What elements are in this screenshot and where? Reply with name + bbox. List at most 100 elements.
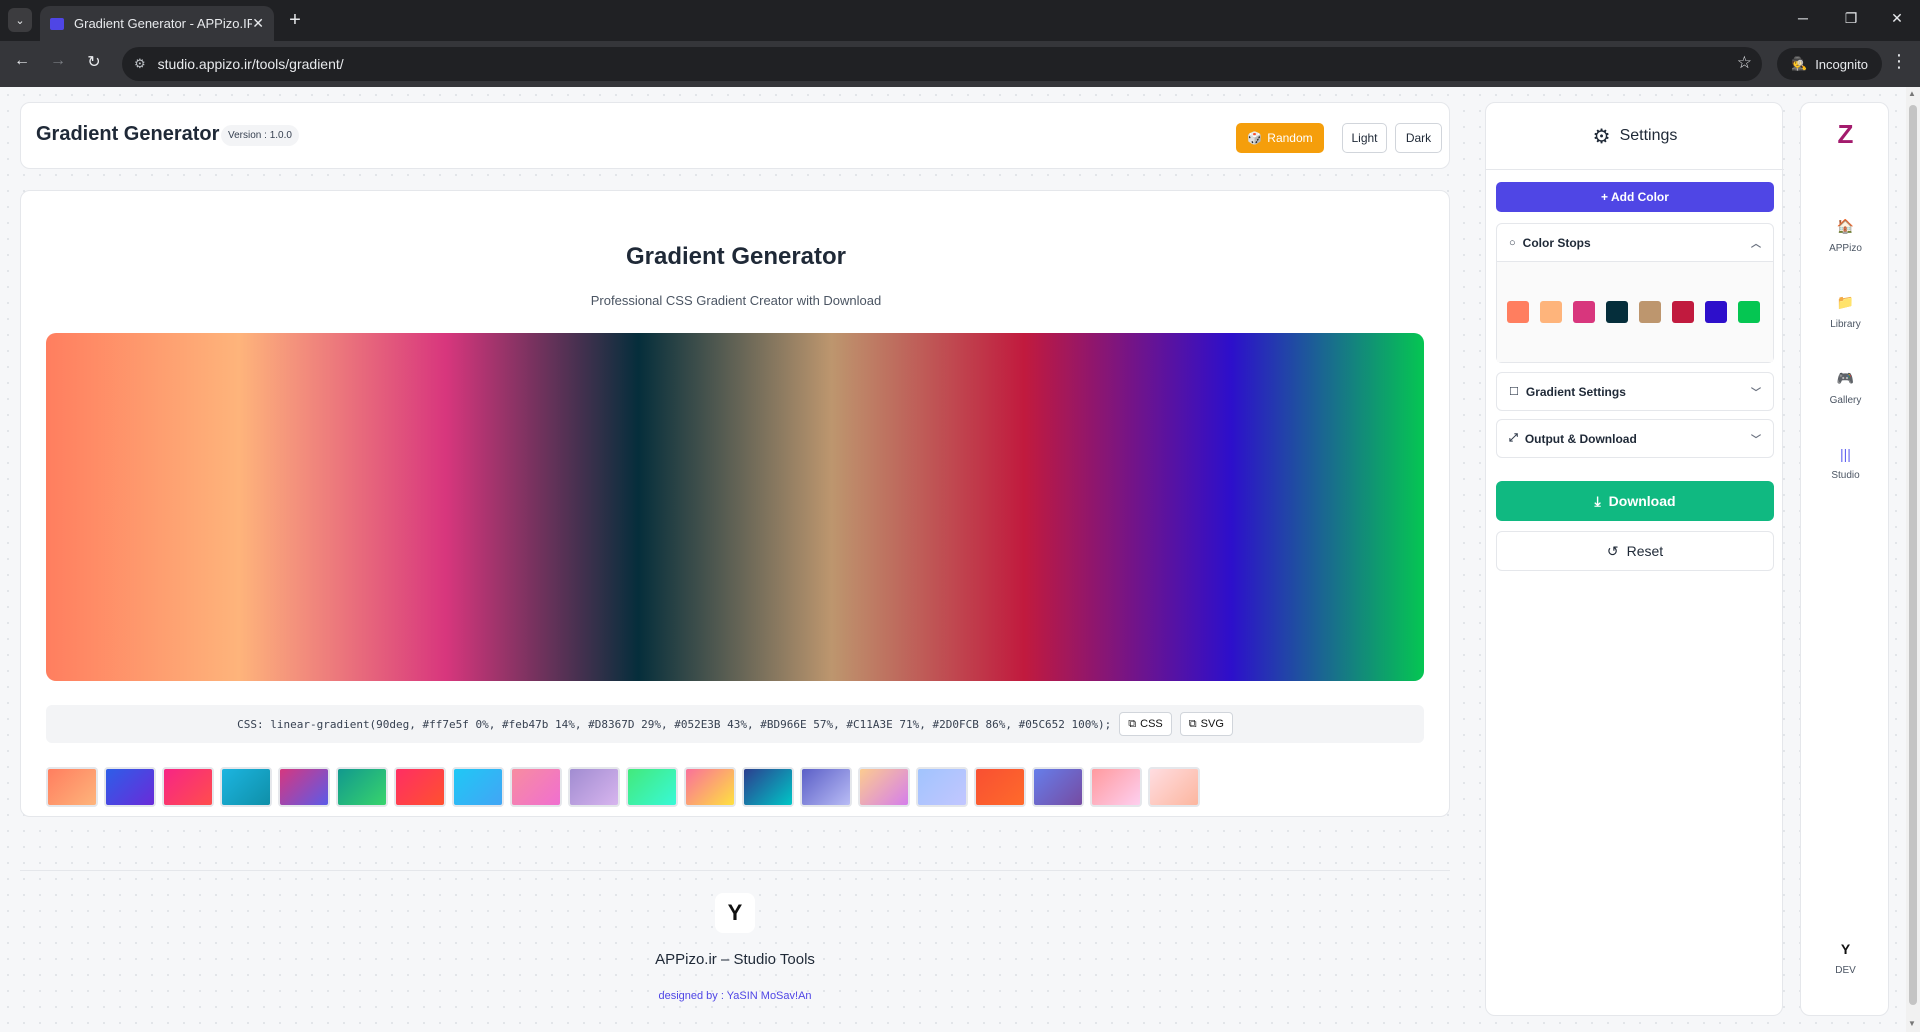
version-badge: Version : 1.0.0 [221, 125, 299, 146]
url-omnibox[interactable]: ⚙ studio.appizo.ir/tools/gradient/ ☆ [122, 47, 1762, 81]
main-heading: Gradient Generator [625, 243, 847, 270]
footer-credit-link[interactable]: designed by : YaSIN MoSav!An [0, 990, 1470, 1002]
download-label: Download [1608, 493, 1676, 509]
tab-search-chevron-down-icon[interactable]: ⌄ [8, 8, 32, 32]
right-nav-rail: Z 🏠 APPizo 📁 Library 🎮 Gallery ||| Studio Y DEV [1800, 102, 1889, 1016]
color-stop-swatch[interactable] [1672, 301, 1694, 323]
scroll-down-arrow-icon[interactable]: ▼ [1908, 1019, 1916, 1028]
browser-tab[interactable]: Gradient Generator - APPizo.IR ✕ [40, 6, 274, 41]
color-stop-swatch[interactable] [1705, 301, 1727, 323]
preset-gradient-swatch[interactable] [394, 767, 446, 807]
copy-svg-button[interactable]: ⧉ SVG [1179, 712, 1233, 736]
tab-title: Gradient Generator - APPizo.IR [74, 16, 253, 31]
gradient-main-card: Gradient Generator Professional CSS Grad… [20, 190, 1450, 817]
reset-button[interactable]: ↺ Reset [1496, 531, 1774, 571]
preset-gradient-swatch[interactable] [916, 767, 968, 807]
library-icon: 📁 [1836, 294, 1855, 310]
incognito-indicator[interactable]: 🕵 Incognito [1777, 48, 1882, 80]
preset-gradient-swatch[interactable] [510, 767, 562, 807]
rail-item-appizo[interactable]: 🏠 APPizo [1801, 218, 1890, 254]
color-stop-swatch[interactable] [1573, 301, 1595, 323]
copy-icon: ⧉ [1188, 717, 1197, 730]
rail-item-label: DEV [1835, 965, 1856, 976]
gradient-settings-label: Gradient Settings [1525, 384, 1626, 399]
color-stop-swatch[interactable] [1606, 301, 1628, 323]
preset-gradient-swatch[interactable] [104, 767, 156, 807]
appizo-logo[interactable]: Z [1801, 119, 1890, 150]
rail-item-label: Library [1830, 319, 1861, 330]
color-stops-label: Color Stops [1522, 235, 1591, 250]
color-stop-swatch[interactable] [1639, 301, 1661, 323]
minimize-window-icon[interactable]: ─ [1788, 10, 1818, 26]
page-viewport: Gradient Generator Version : 1.0.0 🎲 Ran… [0, 87, 1920, 1032]
css-code-text[interactable]: CSS: linear-gradient(90deg, #ff7e5f 0%, … [237, 718, 1111, 731]
preset-gradient-swatch[interactable] [858, 767, 910, 807]
rail-item-dev[interactable]: Y DEV [1801, 941, 1890, 976]
app-header: Gradient Generator Version : 1.0.0 🎲 Ran… [20, 102, 1450, 169]
settings-header: ⚙ Settings [1486, 103, 1784, 170]
rail-item-library[interactable]: 📁 Library [1801, 294, 1890, 330]
close-window-icon[interactable]: ✕ [1882, 10, 1912, 27]
output-download-section: ⤢ Output & Download ﹀ [1496, 419, 1774, 458]
preset-gradient-swatch[interactable] [1148, 767, 1200, 807]
color-stops-header[interactable]: ○ Color Stops ︿ [1497, 224, 1773, 261]
back-arrow-icon[interactable]: ← [10, 52, 34, 70]
preset-gradient-swatch[interactable] [220, 767, 272, 807]
browser-menu-kebab-icon[interactable]: ⋮ [1890, 51, 1908, 72]
settings-panel: ⚙ Settings + Add Color ○ Color Stops ︿ ☐… [1485, 102, 1784, 1016]
preset-gradient-swatch[interactable] [568, 767, 620, 807]
url-text[interactable]: studio.appizo.ir/tools/gradient/ [158, 56, 344, 72]
rail-item-studio[interactable]: ||| Studio [1801, 446, 1890, 481]
browser-tab-bar: ⌄ Gradient Generator - APPizo.IR ✕ + ─ ❐… [0, 0, 1920, 41]
tab-favicon-icon [50, 17, 64, 30]
preset-gradient-swatch[interactable] [800, 767, 852, 807]
output-download-header[interactable]: ⤢ Output & Download ﹀ [1497, 420, 1773, 457]
copy-css-button[interactable]: ⧉ CSS [1119, 712, 1172, 736]
color-stops-list [1497, 261, 1773, 362]
preset-gradient-swatch[interactable] [336, 767, 388, 807]
site-info-icon[interactable]: ⚙ [134, 56, 146, 72]
studio-icon: ||| [1840, 446, 1851, 462]
new-tab-button[interactable]: + [283, 8, 307, 32]
square-icon: ☐ [1509, 386, 1519, 398]
scroll-up-arrow-icon[interactable]: ▲ [1908, 89, 1916, 98]
preset-gradient-swatch[interactable] [452, 767, 504, 807]
gradient-settings-section: ☐ Gradient Settings ﹀ [1496, 372, 1774, 411]
rail-item-gallery[interactable]: 🎮 Gallery [1801, 370, 1890, 406]
appizo-icon: 🏠 [1836, 218, 1855, 234]
light-mode-button[interactable]: Light [1342, 123, 1387, 153]
rail-item-label: Studio [1831, 470, 1860, 481]
preset-gradient-swatch[interactable] [162, 767, 214, 807]
forward-arrow-icon[interactable]: → [46, 52, 70, 70]
copy-css-label: CSS [1140, 718, 1163, 730]
preset-gradient-swatch[interactable] [974, 767, 1026, 807]
download-button[interactable]: ⤓ Download [1496, 481, 1774, 521]
bookmark-star-icon[interactable]: ☆ [1737, 53, 1752, 73]
color-stop-swatch[interactable] [1738, 301, 1760, 323]
preset-gradient-swatch[interactable] [684, 767, 736, 807]
preset-gradient-swatch[interactable] [1032, 767, 1084, 807]
gallery-icon: 🎮 [1836, 370, 1855, 386]
preset-gradient-swatch[interactable] [46, 767, 98, 807]
reload-icon[interactable]: ↻ [82, 52, 106, 72]
restore-window-icon[interactable]: ❐ [1836, 10, 1866, 27]
footer-divider [20, 870, 1450, 871]
random-button[interactable]: 🎲 Random [1236, 123, 1324, 153]
preset-gradient-swatch[interactable] [278, 767, 330, 807]
scrollbar-thumb[interactable] [1909, 105, 1917, 1005]
preset-gradient-swatch[interactable] [742, 767, 794, 807]
reset-label: Reset [1626, 543, 1664, 559]
preset-gradient-swatch[interactable] [626, 767, 678, 807]
page-scrollbar[interactable]: ▲ ▼ [1906, 87, 1920, 1032]
chevron-down-icon: ﹀ [1751, 388, 1761, 399]
rail-item-label: Gallery [1829, 395, 1862, 406]
preset-gradient-swatch[interactable] [1090, 767, 1142, 807]
color-stop-swatch[interactable] [1507, 301, 1529, 323]
color-stop-swatch[interactable] [1540, 301, 1562, 323]
circle-icon: ○ [1509, 236, 1516, 249]
add-color-button[interactable]: + Add Color [1496, 182, 1774, 212]
gradient-settings-header[interactable]: ☐ Gradient Settings ﹀ [1497, 373, 1773, 410]
dark-mode-button[interactable]: Dark [1395, 123, 1442, 153]
gradient-preview[interactable] [46, 333, 1424, 681]
tab-close-icon[interactable]: ✕ [252, 15, 264, 32]
